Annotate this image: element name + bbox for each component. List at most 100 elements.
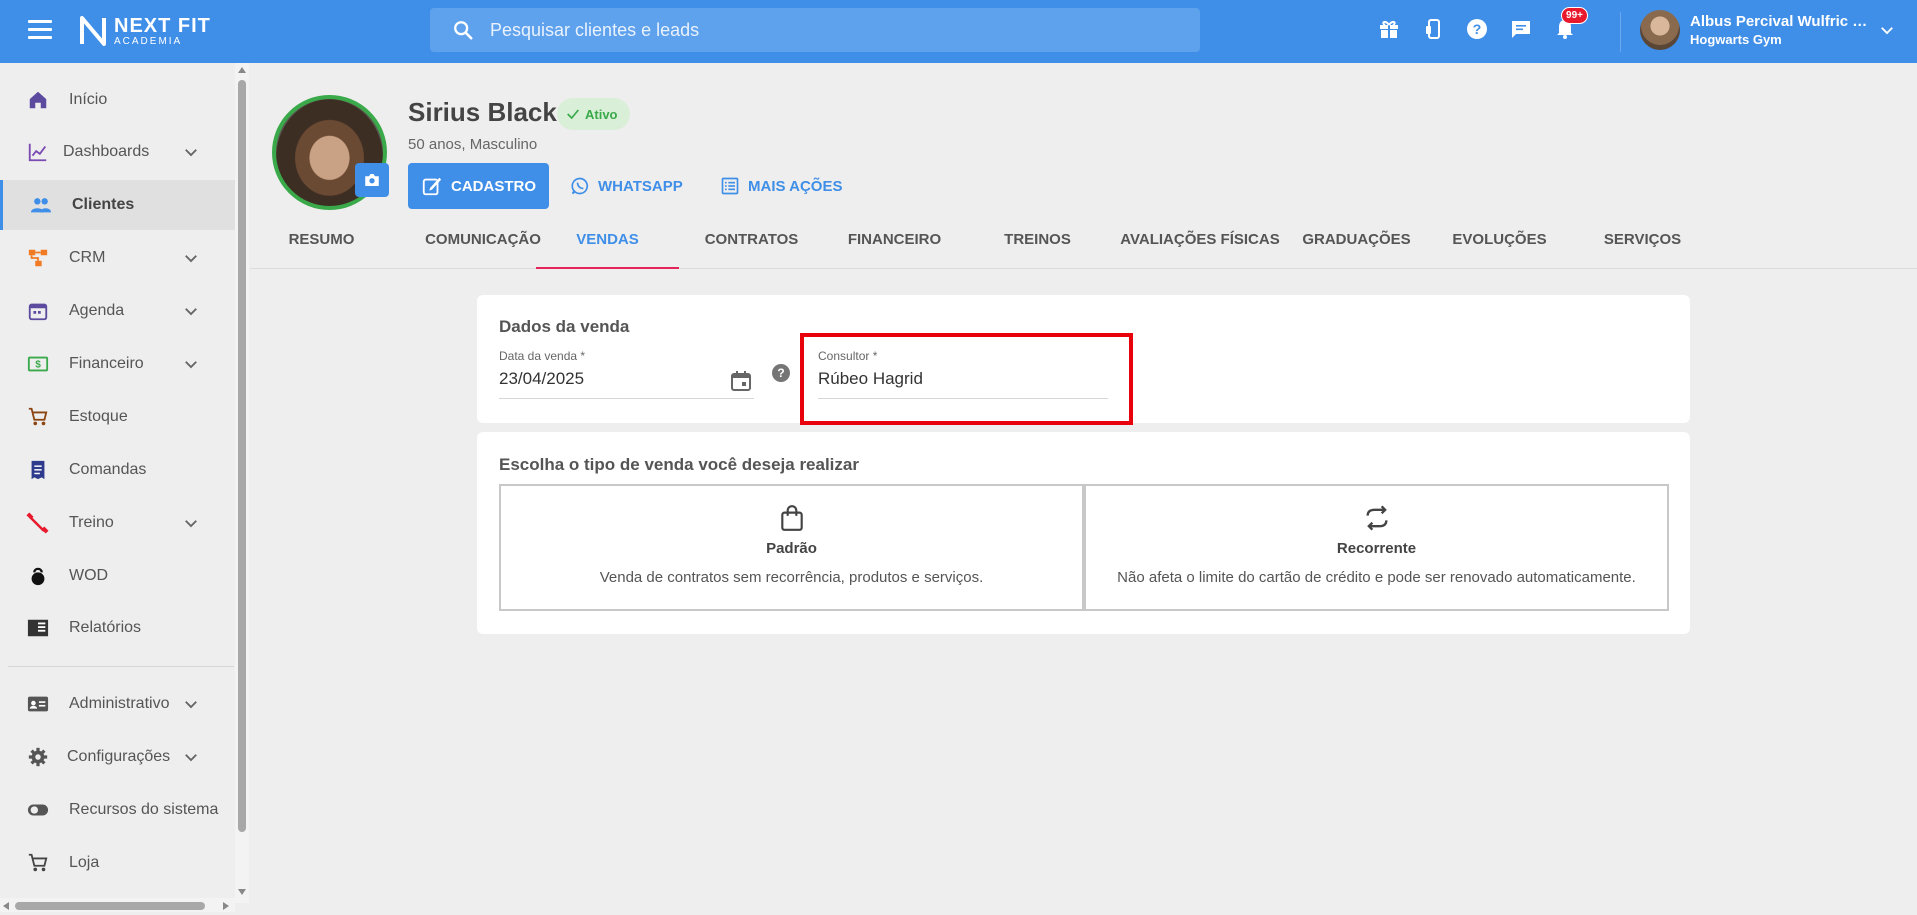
sidebar-item-clientes[interactable]: Clientes [0, 180, 235, 230]
list-icon [721, 177, 739, 195]
help-icon[interactable]: ? [1464, 15, 1490, 43]
user-avatar [1640, 10, 1680, 50]
sidebar-item-wod[interactable]: WOD [0, 551, 235, 601]
sidebar-item-estoque[interactable]: Estoque [0, 392, 235, 442]
chevron-down-icon[interactable] [182, 302, 200, 320]
cadastro-button[interactable]: CADASTRO [408, 163, 549, 209]
menu-icon[interactable] [28, 20, 52, 40]
sale-type-option-padrao[interactable]: Padrão Venda de contratos sem recorrênci… [499, 484, 1084, 611]
tab-financeiro[interactable]: FINANCEIRO [823, 209, 966, 269]
client-name: Sirius Black [408, 97, 557, 127]
sidebar-item-inicio[interactable]: Início [0, 75, 235, 125]
sidebar-horizontal-scrollbar[interactable] [0, 898, 235, 912]
whatsapp-button[interactable]: WHATSAPP [570, 163, 683, 209]
tab-evolucoes[interactable]: EVOLUÇÕES [1428, 209, 1571, 269]
option-title: Recorrente [1336, 540, 1417, 557]
sale-type-card: Escolha o tipo de venda você deseja real… [477, 432, 1690, 634]
user-menu[interactable]: Albus Percival Wulfric B... Hogwarts Gym [1640, 10, 1896, 50]
whatsapp-icon [571, 177, 589, 195]
sidebar-item-label: Início [69, 91, 108, 108]
scrollbar-thumb[interactable] [238, 80, 246, 832]
repeat-icon [1363, 504, 1391, 532]
sale-data-title: Dados da venda [499, 317, 630, 336]
calendar-icon [26, 299, 50, 323]
home-icon [26, 88, 50, 112]
notifications-icon[interactable]: 99+ [1552, 7, 1588, 43]
chart-line-icon [26, 140, 50, 164]
chevron-down-icon[interactable] [182, 748, 200, 766]
sidebar-item-financeiro[interactable]: $ Financeiro [0, 339, 235, 389]
sidebar-item-loja[interactable]: Loja [0, 838, 235, 888]
sidebar-item-administrativo[interactable]: Administrativo [0, 679, 235, 729]
sale-data-card: Dados da venda Data da venda * 23/04/202… [477, 295, 1690, 425]
people-icon [29, 193, 53, 217]
sidebar-item-label: Recursos do sistema [69, 801, 219, 818]
sidebar-item-label: Relatórios [69, 619, 142, 636]
scroll-down-arrow-icon[interactable] [238, 889, 246, 895]
client-subtitle: 50 anos, Masculino [408, 136, 538, 153]
sidebar-item-label: Loja [69, 854, 100, 871]
cart-icon [26, 405, 50, 429]
calendar-icon[interactable] [729, 369, 753, 393]
scroll-up-arrow-icon[interactable] [238, 67, 246, 73]
chevron-down-icon[interactable] [182, 355, 200, 373]
user-gym: Hogwarts Gym [1690, 32, 1782, 47]
cadastro-label: CADASTRO [451, 177, 536, 195]
scroll-right-arrow-icon[interactable] [223, 902, 229, 910]
tab-bar: RESUMO COMUNICAÇÃO VENDAS CONTRATOS FINA… [250, 209, 1917, 269]
scroll-left-arrow-icon[interactable] [3, 902, 9, 910]
sale-type-option-recorrente[interactable]: Recorrente Não afeta o limite do cartão … [1084, 484, 1669, 611]
sale-date-underline [499, 398, 754, 399]
chevron-down-icon[interactable] [182, 143, 200, 161]
search-bar[interactable] [430, 8, 1200, 52]
sidebar-item-label: Agenda [69, 302, 125, 319]
scrollbar-thumb[interactable] [15, 902, 205, 910]
crm-icon [26, 246, 50, 270]
check-icon [567, 109, 579, 120]
mobile-device-icon[interactable] [1420, 15, 1446, 43]
sidebar-item-label: CRM [69, 249, 106, 266]
brand-logo[interactable]: NEXT FIT ACADEMIA [78, 14, 211, 48]
dumbbell-icon [26, 511, 50, 535]
camera-button[interactable] [355, 163, 389, 197]
tab-servicos[interactable]: SERVIÇOS [1571, 209, 1714, 269]
tab-graduacoes[interactable]: GRADUAÇÕES [1285, 209, 1428, 269]
money-icon: $ [26, 352, 50, 376]
status-badge: Ativo [557, 98, 630, 130]
sidebar-item-relatorios[interactable]: Relatórios [0, 603, 235, 653]
mais-acoes-button[interactable]: MAIS AÇÕES [720, 163, 842, 209]
sidebar: Início Dashboards Clientes CRM Agenda $ … [0, 63, 235, 915]
user-name: Albus Percival Wulfric B... [1690, 13, 1870, 30]
receipt-icon [26, 458, 50, 482]
sidebar-vertical-scrollbar[interactable] [235, 63, 249, 903]
sidebar-item-label: Administrativo [69, 695, 170, 712]
chevron-down-icon[interactable] [182, 249, 200, 267]
tab-avaliacoes-fisicas[interactable]: AVALIAÇÕES FÍSICAS [1115, 209, 1285, 269]
chevron-down-icon[interactable] [182, 514, 200, 532]
sidebar-item-treino[interactable]: Treino [0, 498, 235, 548]
sidebar-item-recursos-do-sistema[interactable]: Recursos do sistema [0, 785, 235, 835]
sidebar-item-dashboards[interactable]: Dashboards [0, 127, 235, 177]
tab-vendas[interactable]: VENDAS [536, 209, 679, 269]
sidebar-item-configuracoes[interactable]: Configurações [0, 732, 235, 782]
gift-icon[interactable] [1376, 15, 1402, 43]
chevron-down-icon[interactable] [182, 695, 200, 713]
edit-icon [422, 177, 442, 196]
chat-icon[interactable] [1508, 15, 1534, 43]
sidebar-item-agenda[interactable]: Agenda [0, 286, 235, 336]
shopping-bag-icon [778, 504, 806, 532]
notifications-badge: 99+ [1561, 7, 1588, 24]
svg-text:$: $ [35, 360, 41, 371]
tab-resumo[interactable]: RESUMO [270, 209, 373, 269]
sidebar-item-label: Clientes [72, 196, 135, 213]
sidebar-item-crm[interactable]: CRM [0, 233, 235, 283]
tab-contratos[interactable]: CONTRATOS [680, 209, 823, 269]
whatsapp-label: WHATSAPP [598, 177, 683, 195]
top-bar: NEXT FIT ACADEMIA ? 99+ Albus Percival W… [0, 0, 1917, 63]
id-card-icon [26, 692, 50, 716]
sale-date-input[interactable]: 23/04/2025 [499, 369, 584, 389]
sidebar-item-comandas[interactable]: Comandas [0, 445, 235, 495]
search-input[interactable] [490, 19, 1170, 41]
tab-treinos[interactable]: TREINOS [966, 209, 1109, 269]
help-icon[interactable]: ? [772, 364, 790, 382]
